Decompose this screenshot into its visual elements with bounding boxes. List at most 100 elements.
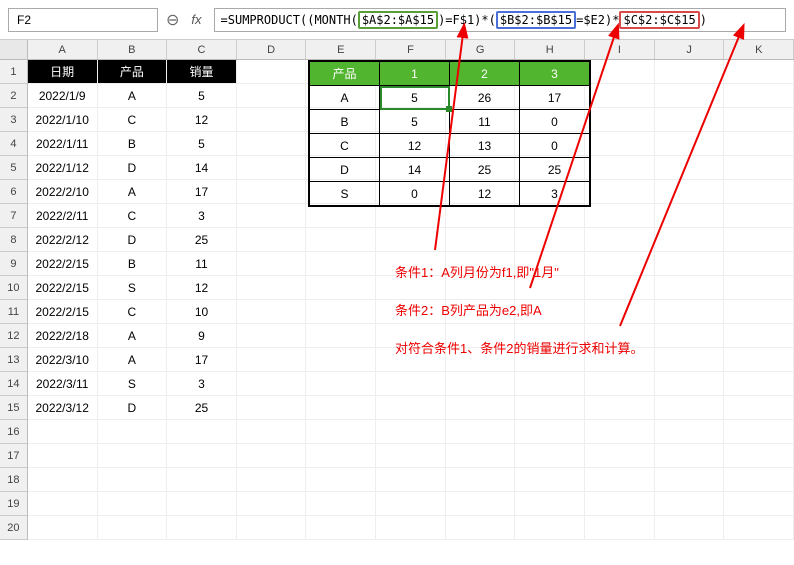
summary-col-header[interactable]: 2	[450, 62, 520, 86]
cell[interactable]	[167, 420, 237, 444]
cell[interactable]	[655, 396, 725, 420]
cell[interactable]	[515, 396, 585, 420]
cell[interactable]	[237, 180, 307, 204]
cell[interactable]	[237, 492, 307, 516]
cell[interactable]	[585, 84, 655, 108]
cell[interactable]	[724, 276, 794, 300]
cell[interactable]	[515, 468, 585, 492]
summary-cell[interactable]: 12	[380, 134, 450, 158]
cell[interactable]: A	[98, 180, 168, 204]
row-header[interactable]: 11	[0, 300, 28, 324]
cell[interactable]	[167, 468, 237, 492]
cell[interactable]	[446, 204, 516, 228]
cell[interactable]	[306, 492, 376, 516]
cell[interactable]	[237, 324, 307, 348]
cell[interactable]	[724, 516, 794, 540]
cell[interactable]	[724, 300, 794, 324]
cell[interactable]	[655, 276, 725, 300]
row-header[interactable]: 9	[0, 252, 28, 276]
cell[interactable]: 2022/1/10	[28, 108, 98, 132]
cell[interactable]	[724, 444, 794, 468]
row-header[interactable]: 12	[0, 324, 28, 348]
cell[interactable]	[237, 372, 307, 396]
cell[interactable]: 3	[167, 204, 237, 228]
cell[interactable]	[655, 468, 725, 492]
cell[interactable]	[724, 108, 794, 132]
summary-cell[interactable]: 14	[380, 158, 450, 182]
cell[interactable]	[724, 372, 794, 396]
cell[interactable]: 17	[167, 348, 237, 372]
cell[interactable]	[167, 444, 237, 468]
cell[interactable]: A	[98, 84, 168, 108]
cell[interactable]	[98, 492, 168, 516]
cell[interactable]	[306, 228, 376, 252]
cell[interactable]	[724, 324, 794, 348]
cell[interactable]	[585, 108, 655, 132]
cell[interactable]	[376, 228, 446, 252]
cell[interactable]	[585, 420, 655, 444]
cell[interactable]	[237, 300, 307, 324]
cell[interactable]	[655, 372, 725, 396]
cell[interactable]: 9	[167, 324, 237, 348]
cell[interactable]	[446, 228, 516, 252]
cell[interactable]	[446, 516, 516, 540]
cell[interactable]	[28, 444, 98, 468]
cell[interactable]	[585, 252, 655, 276]
cell[interactable]	[237, 420, 307, 444]
row-header[interactable]: 4	[0, 132, 28, 156]
cell[interactable]	[655, 204, 725, 228]
summary-cell[interactable]: 3	[520, 182, 590, 206]
row-header[interactable]: 14	[0, 372, 28, 396]
cell[interactable]	[98, 516, 168, 540]
cell[interactable]	[724, 396, 794, 420]
cell[interactable]	[376, 204, 446, 228]
formula-bar[interactable]: =SUMPRODUCT((MONTH( $A$2:$A$15 )=F$1)*( …	[214, 8, 786, 32]
cell[interactable]	[306, 372, 376, 396]
cell[interactable]	[376, 372, 446, 396]
cell[interactable]	[237, 252, 307, 276]
cell[interactable]: 2022/2/12	[28, 228, 98, 252]
cell[interactable]	[237, 276, 307, 300]
cell[interactable]	[28, 420, 98, 444]
row-header[interactable]: 3	[0, 108, 28, 132]
cell[interactable]	[724, 60, 794, 84]
cell[interactable]: C	[98, 300, 168, 324]
cell[interactable]: S	[98, 372, 168, 396]
cell[interactable]	[585, 396, 655, 420]
cell[interactable]	[306, 468, 376, 492]
cell[interactable]: B	[98, 132, 168, 156]
cell[interactable]: 2022/2/15	[28, 252, 98, 276]
summary-row-label[interactable]: S	[310, 182, 380, 206]
summary-cell[interactable]: 26	[450, 86, 520, 110]
cell[interactable]: D	[98, 228, 168, 252]
cell[interactable]: 5	[167, 132, 237, 156]
cell[interactable]: 2022/1/12	[28, 156, 98, 180]
cell[interactable]	[306, 348, 376, 372]
cell[interactable]	[724, 228, 794, 252]
summary-cell-selected[interactable]: 5	[380, 86, 450, 110]
col-header[interactable]: G	[446, 40, 516, 59]
cell[interactable]: 3	[167, 372, 237, 396]
summary-row-label[interactable]: A	[310, 86, 380, 110]
select-all-corner[interactable]	[0, 40, 28, 59]
cell[interactable]	[655, 516, 725, 540]
cell[interactable]	[237, 132, 307, 156]
cell[interactable]	[724, 492, 794, 516]
name-box[interactable]: F2	[8, 8, 158, 32]
cell[interactable]	[446, 420, 516, 444]
cell[interactable]: S	[98, 276, 168, 300]
cell[interactable]	[237, 108, 307, 132]
summary-cell[interactable]: 13	[450, 134, 520, 158]
cell[interactable]	[655, 156, 725, 180]
cell[interactable]	[446, 444, 516, 468]
row-header[interactable]: 13	[0, 348, 28, 372]
cell[interactable]	[237, 516, 307, 540]
cell[interactable]	[585, 204, 655, 228]
cell[interactable]	[237, 348, 307, 372]
cell[interactable]: 2022/3/11	[28, 372, 98, 396]
cell[interactable]	[237, 156, 307, 180]
cell[interactable]	[655, 252, 725, 276]
summary-cell[interactable]: 5	[380, 110, 450, 134]
cell[interactable]	[446, 372, 516, 396]
row-header[interactable]: 17	[0, 444, 28, 468]
